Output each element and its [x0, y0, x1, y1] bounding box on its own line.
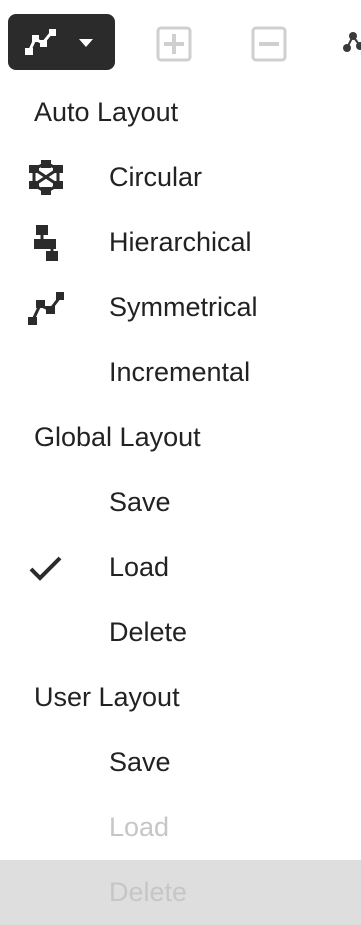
- menu-item-label: Symmetrical: [109, 292, 258, 322]
- hierarchical-layout-icon: [34, 225, 58, 261]
- chevron-down-icon: [79, 39, 93, 47]
- collapse-icon[interactable]: [251, 26, 287, 62]
- network-icon[interactable]: [343, 30, 361, 56]
- section-header-label: Global Layout: [34, 422, 201, 452]
- menu-item-hierarchical[interactable]: Hierarchical: [0, 210, 361, 275]
- menu-item-label: Hierarchical: [109, 227, 252, 257]
- layout-dropdown-menu: Auto Layout Circular Hierarchical Symmet…: [0, 80, 361, 925]
- menu-item-label: Load: [109, 812, 170, 842]
- symmetrical-layout-icon: [25, 29, 56, 55]
- section-header-label: Auto Layout: [34, 97, 179, 127]
- menu-item-label: Delete: [109, 617, 188, 647]
- menu-item-label: Circular: [109, 162, 203, 192]
- toolbar: [0, 0, 361, 80]
- symmetrical-layout-icon: [28, 292, 64, 325]
- menu-item-global-delete[interactable]: Delete: [0, 600, 361, 665]
- menu-item-circular[interactable]: Circular: [0, 145, 361, 210]
- section-header-label: User Layout: [34, 682, 180, 712]
- section-header-global-layout: Global Layout: [0, 405, 361, 470]
- menu-item-incremental[interactable]: Incremental: [0, 340, 361, 405]
- menu-item-label: Save: [109, 747, 171, 777]
- menu-item-label: Load: [109, 552, 170, 582]
- circular-layout-icon: [29, 160, 63, 195]
- expand-icon[interactable]: [156, 26, 192, 62]
- menu-item-symmetrical[interactable]: Symmetrical: [0, 275, 361, 340]
- menu-item-label: Delete: [109, 877, 188, 907]
- menu-item-global-save[interactable]: Save: [0, 470, 361, 535]
- menu-item-label: Incremental: [109, 357, 251, 387]
- menu-item-user-load: Load: [0, 795, 361, 860]
- section-header-auto-layout: Auto Layout: [0, 80, 361, 145]
- layout-menu-button[interactable]: [8, 14, 115, 70]
- menu-item-user-save[interactable]: Save: [0, 730, 361, 795]
- menu-item-global-load[interactable]: Load: [0, 535, 361, 600]
- section-header-user-layout: User Layout: [0, 665, 361, 730]
- menu-item-label: Save: [109, 487, 171, 517]
- menu-item-user-delete: Delete: [0, 860, 361, 925]
- checkmark-icon: [29, 556, 62, 581]
